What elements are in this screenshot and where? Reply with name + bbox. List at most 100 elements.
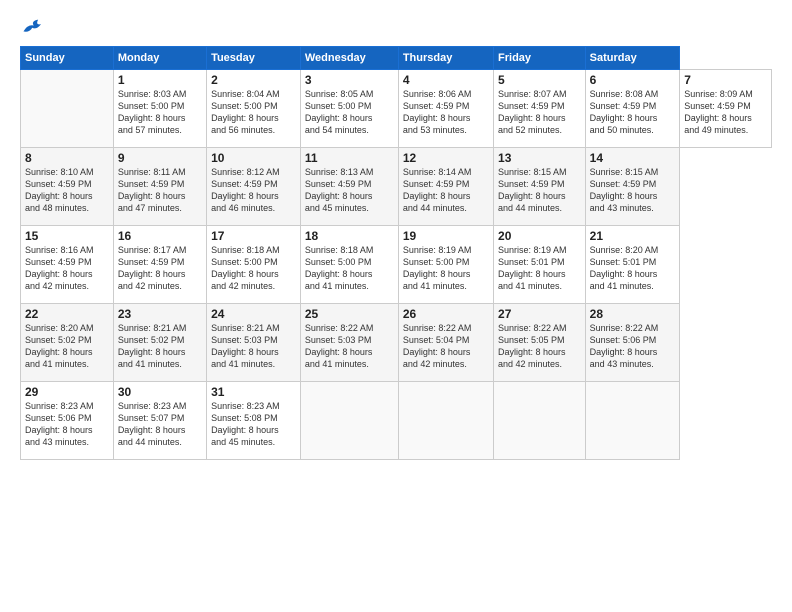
day-cell-13: 13Sunrise: 8:15 AM Sunset: 4:59 PM Dayli…	[494, 148, 586, 226]
day-info: Sunrise: 8:09 AM Sunset: 4:59 PM Dayligh…	[684, 88, 767, 137]
day-cell-7: 7Sunrise: 8:09 AM Sunset: 4:59 PM Daylig…	[680, 70, 772, 148]
header	[20, 18, 772, 36]
day-info: Sunrise: 8:22 AM Sunset: 5:05 PM Dayligh…	[498, 322, 581, 371]
day-cell-10: 10Sunrise: 8:12 AM Sunset: 4:59 PM Dayli…	[207, 148, 301, 226]
calendar-header-row: SundayMondayTuesdayWednesdayThursdayFrid…	[21, 47, 772, 70]
day-cell-30: 30Sunrise: 8:23 AM Sunset: 5:07 PM Dayli…	[113, 382, 206, 460]
day-number: 21	[590, 229, 676, 243]
day-cell-24: 24Sunrise: 8:21 AM Sunset: 5:03 PM Dayli…	[207, 304, 301, 382]
day-info: Sunrise: 8:19 AM Sunset: 5:01 PM Dayligh…	[498, 244, 581, 293]
calendar-dow-saturday: Saturday	[585, 47, 680, 70]
day-info: Sunrise: 8:08 AM Sunset: 4:59 PM Dayligh…	[590, 88, 676, 137]
day-cell-26: 26Sunrise: 8:22 AM Sunset: 5:04 PM Dayli…	[398, 304, 493, 382]
empty-day-cell	[300, 382, 398, 460]
day-cell-23: 23Sunrise: 8:21 AM Sunset: 5:02 PM Dayli…	[113, 304, 206, 382]
day-info: Sunrise: 8:20 AM Sunset: 5:02 PM Dayligh…	[25, 322, 109, 371]
empty-day-cell	[585, 382, 680, 460]
day-cell-28: 28Sunrise: 8:22 AM Sunset: 5:06 PM Dayli…	[585, 304, 680, 382]
day-info: Sunrise: 8:18 AM Sunset: 5:00 PM Dayligh…	[211, 244, 296, 293]
day-number: 4	[403, 73, 489, 87]
day-cell-25: 25Sunrise: 8:22 AM Sunset: 5:03 PM Dayli…	[300, 304, 398, 382]
day-cell-20: 20Sunrise: 8:19 AM Sunset: 5:01 PM Dayli…	[494, 226, 586, 304]
day-cell-2: 2Sunrise: 8:04 AM Sunset: 5:00 PM Daylig…	[207, 70, 301, 148]
day-info: Sunrise: 8:23 AM Sunset: 5:08 PM Dayligh…	[211, 400, 296, 449]
day-number: 13	[498, 151, 581, 165]
day-number: 10	[211, 151, 296, 165]
logo-bird-icon	[22, 18, 44, 36]
day-cell-5: 5Sunrise: 8:07 AM Sunset: 4:59 PM Daylig…	[494, 70, 586, 148]
day-info: Sunrise: 8:23 AM Sunset: 5:06 PM Dayligh…	[25, 400, 109, 449]
day-number: 16	[118, 229, 202, 243]
day-info: Sunrise: 8:12 AM Sunset: 4:59 PM Dayligh…	[211, 166, 296, 215]
calendar-week-1: 1Sunrise: 8:03 AM Sunset: 5:00 PM Daylig…	[21, 70, 772, 148]
day-info: Sunrise: 8:13 AM Sunset: 4:59 PM Dayligh…	[305, 166, 394, 215]
day-number: 28	[590, 307, 676, 321]
day-cell-9: 9Sunrise: 8:11 AM Sunset: 4:59 PM Daylig…	[113, 148, 206, 226]
day-number: 5	[498, 73, 581, 87]
day-number: 12	[403, 151, 489, 165]
day-info: Sunrise: 8:23 AM Sunset: 5:07 PM Dayligh…	[118, 400, 202, 449]
day-info: Sunrise: 8:18 AM Sunset: 5:00 PM Dayligh…	[305, 244, 394, 293]
day-info: Sunrise: 8:19 AM Sunset: 5:00 PM Dayligh…	[403, 244, 489, 293]
calendar-table: SundayMondayTuesdayWednesdayThursdayFrid…	[20, 46, 772, 460]
day-cell-27: 27Sunrise: 8:22 AM Sunset: 5:05 PM Dayli…	[494, 304, 586, 382]
day-cell-1: 1Sunrise: 8:03 AM Sunset: 5:00 PM Daylig…	[113, 70, 206, 148]
day-cell-12: 12Sunrise: 8:14 AM Sunset: 4:59 PM Dayli…	[398, 148, 493, 226]
day-info: Sunrise: 8:06 AM Sunset: 4:59 PM Dayligh…	[403, 88, 489, 137]
day-cell-22: 22Sunrise: 8:20 AM Sunset: 5:02 PM Dayli…	[21, 304, 114, 382]
calendar-week-3: 15Sunrise: 8:16 AM Sunset: 4:59 PM Dayli…	[21, 226, 772, 304]
day-number: 27	[498, 307, 581, 321]
day-cell-15: 15Sunrise: 8:16 AM Sunset: 4:59 PM Dayli…	[21, 226, 114, 304]
day-info: Sunrise: 8:14 AM Sunset: 4:59 PM Dayligh…	[403, 166, 489, 215]
day-cell-19: 19Sunrise: 8:19 AM Sunset: 5:00 PM Dayli…	[398, 226, 493, 304]
day-cell-6: 6Sunrise: 8:08 AM Sunset: 4:59 PM Daylig…	[585, 70, 680, 148]
day-cell-8: 8Sunrise: 8:10 AM Sunset: 4:59 PM Daylig…	[21, 148, 114, 226]
day-cell-31: 31Sunrise: 8:23 AM Sunset: 5:08 PM Dayli…	[207, 382, 301, 460]
page: SundayMondayTuesdayWednesdayThursdayFrid…	[0, 0, 792, 612]
day-info: Sunrise: 8:03 AM Sunset: 5:00 PM Dayligh…	[118, 88, 202, 137]
calendar-week-2: 8Sunrise: 8:10 AM Sunset: 4:59 PM Daylig…	[21, 148, 772, 226]
day-info: Sunrise: 8:21 AM Sunset: 5:02 PM Dayligh…	[118, 322, 202, 371]
day-number: 7	[684, 73, 767, 87]
empty-day-cell	[494, 382, 586, 460]
day-info: Sunrise: 8:11 AM Sunset: 4:59 PM Dayligh…	[118, 166, 202, 215]
day-info: Sunrise: 8:10 AM Sunset: 4:59 PM Dayligh…	[25, 166, 109, 215]
day-info: Sunrise: 8:20 AM Sunset: 5:01 PM Dayligh…	[590, 244, 676, 293]
day-info: Sunrise: 8:22 AM Sunset: 5:06 PM Dayligh…	[590, 322, 676, 371]
calendar-dow-monday: Monday	[113, 47, 206, 70]
day-number: 22	[25, 307, 109, 321]
day-cell-4: 4Sunrise: 8:06 AM Sunset: 4:59 PM Daylig…	[398, 70, 493, 148]
day-cell-3: 3Sunrise: 8:05 AM Sunset: 5:00 PM Daylig…	[300, 70, 398, 148]
day-info: Sunrise: 8:15 AM Sunset: 4:59 PM Dayligh…	[498, 166, 581, 215]
day-number: 14	[590, 151, 676, 165]
calendar-week-4: 22Sunrise: 8:20 AM Sunset: 5:02 PM Dayli…	[21, 304, 772, 382]
day-number: 15	[25, 229, 109, 243]
day-number: 9	[118, 151, 202, 165]
day-info: Sunrise: 8:17 AM Sunset: 4:59 PM Dayligh…	[118, 244, 202, 293]
day-number: 1	[118, 73, 202, 87]
day-number: 31	[211, 385, 296, 399]
day-number: 3	[305, 73, 394, 87]
day-cell-16: 16Sunrise: 8:17 AM Sunset: 4:59 PM Dayli…	[113, 226, 206, 304]
day-number: 8	[25, 151, 109, 165]
day-info: Sunrise: 8:21 AM Sunset: 5:03 PM Dayligh…	[211, 322, 296, 371]
day-number: 11	[305, 151, 394, 165]
day-number: 23	[118, 307, 202, 321]
day-number: 2	[211, 73, 296, 87]
day-info: Sunrise: 8:04 AM Sunset: 5:00 PM Dayligh…	[211, 88, 296, 137]
day-cell-18: 18Sunrise: 8:18 AM Sunset: 5:00 PM Dayli…	[300, 226, 398, 304]
calendar-dow-tuesday: Tuesday	[207, 47, 301, 70]
day-number: 19	[403, 229, 489, 243]
day-cell-17: 17Sunrise: 8:18 AM Sunset: 5:00 PM Dayli…	[207, 226, 301, 304]
day-info: Sunrise: 8:15 AM Sunset: 4:59 PM Dayligh…	[590, 166, 676, 215]
calendar-dow-sunday: Sunday	[21, 47, 114, 70]
day-cell-11: 11Sunrise: 8:13 AM Sunset: 4:59 PM Dayli…	[300, 148, 398, 226]
day-number: 30	[118, 385, 202, 399]
calendar-dow-thursday: Thursday	[398, 47, 493, 70]
day-info: Sunrise: 8:22 AM Sunset: 5:03 PM Dayligh…	[305, 322, 394, 371]
day-number: 29	[25, 385, 109, 399]
day-number: 25	[305, 307, 394, 321]
day-number: 6	[590, 73, 676, 87]
day-info: Sunrise: 8:16 AM Sunset: 4:59 PM Dayligh…	[25, 244, 109, 293]
calendar-dow-friday: Friday	[494, 47, 586, 70]
